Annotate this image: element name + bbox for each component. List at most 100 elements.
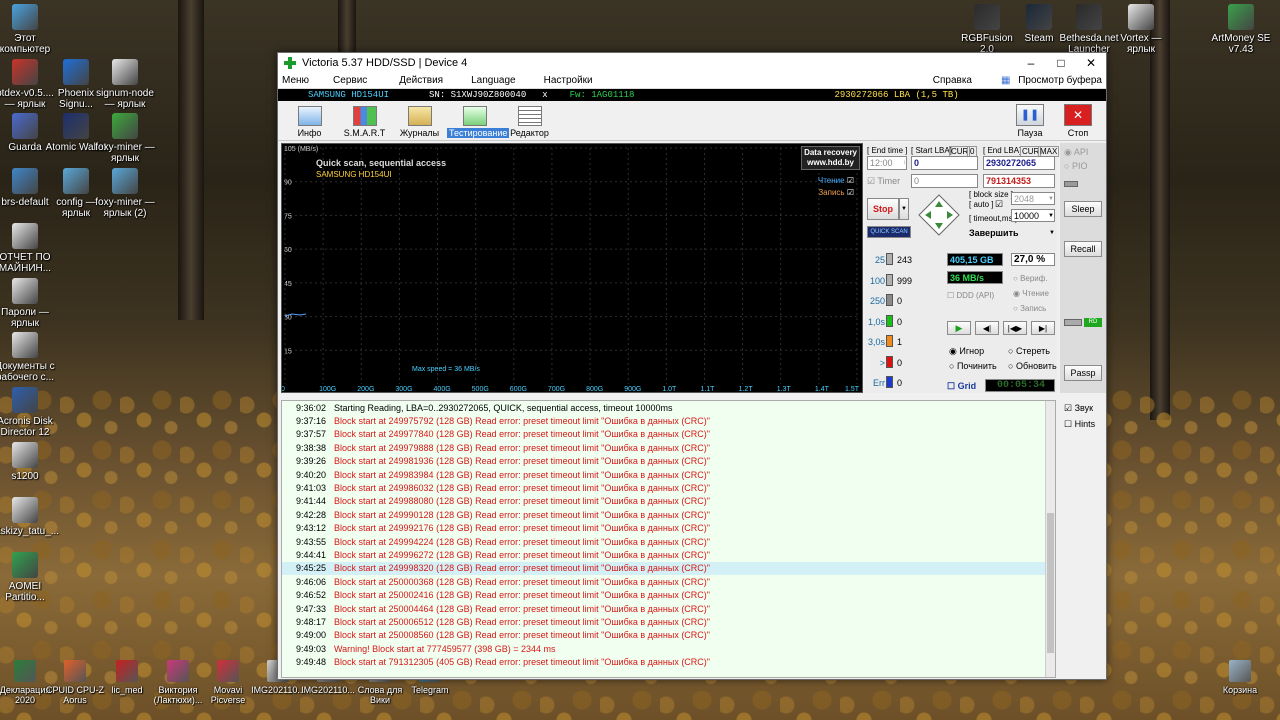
legend-read[interactable]: Чтение ☑ bbox=[818, 176, 854, 185]
maximize-button[interactable]: □ bbox=[1046, 56, 1076, 70]
erase-radio[interactable]: ○ Стереть bbox=[1008, 346, 1050, 356]
recall-button[interactable]: Recall bbox=[1064, 241, 1102, 257]
finish-select[interactable]: Завершить ▼ bbox=[967, 226, 1055, 240]
desktop-shortcut[interactable]: Vortex — ярлык bbox=[1110, 4, 1172, 55]
grid-checkbox[interactable]: ☐ Grid bbox=[947, 381, 976, 392]
log-row[interactable]: 9:41:44 Block start at 249988080 (128 GB)… bbox=[282, 495, 1055, 508]
desktop-shortcut[interactable]: foxy-miner — ярлык (2) bbox=[94, 168, 156, 219]
log-row[interactable]: 9:37:16 Block start at 249975792 (128 GB)… bbox=[282, 414, 1055, 427]
sound-checkbox[interactable]: ☑ Звук bbox=[1064, 403, 1093, 414]
log-row[interactable]: 9:49:00 Block start at 250008560 (128 GB)… bbox=[282, 629, 1055, 642]
pause-button[interactable]: ❚❚ Пауза bbox=[1006, 104, 1054, 138]
log-scrollbar[interactable] bbox=[1045, 401, 1055, 677]
spinner-icon[interactable]: ↕ bbox=[903, 160, 906, 166]
stop-dropdown[interactable]: ▼ bbox=[899, 198, 909, 220]
desktop-shortcut[interactable]: Документы с рабочего с... bbox=[0, 332, 56, 383]
refresh-radio[interactable]: ○ Обновить bbox=[1008, 361, 1057, 371]
title-bar[interactable]: Victoria 5.37 HDD/SSD | Device 4 – □ ✕ bbox=[278, 53, 1106, 73]
desktop-shortcut[interactable]: ArtMoney SE v7.43 bbox=[1210, 4, 1272, 55]
block-size-select[interactable]: 2048 ▼ bbox=[1011, 192, 1055, 205]
log-row[interactable]: 9:40:20 Block start at 249983984 (128 GB)… bbox=[282, 468, 1055, 481]
desktop-shortcut[interactable]: ОТЧЕТ ПО МАЙНИН... bbox=[0, 223, 56, 274]
desktop-shortcut[interactable]: AOMEI Partitio... bbox=[0, 552, 56, 603]
legend-write-checkbox[interactable]: ☑ bbox=[847, 188, 854, 197]
timer-checkbox[interactable]: ☑ Timer bbox=[867, 176, 900, 187]
pio-radio[interactable]: ○ PIO bbox=[1064, 161, 1087, 171]
desktop-shortcut[interactable]: CPUID CPU-Z Aorus bbox=[45, 660, 105, 705]
menu-item-actions[interactable]: Действия bbox=[399, 75, 443, 86]
victoria-window[interactable]: Victoria 5.37 HDD/SSD | Device 4 – □ ✕ М… bbox=[277, 52, 1107, 680]
log-time: 9:39:26 bbox=[295, 456, 326, 467]
log-row[interactable]: 9:36:02 Starting Reading, LBA=0..29302720… bbox=[282, 401, 1055, 414]
sleep-button[interactable]: Sleep bbox=[1064, 201, 1102, 217]
timer-input[interactable]: 0 bbox=[911, 174, 978, 188]
minimize-button[interactable]: – bbox=[1016, 56, 1046, 70]
menu-item-buffer[interactable]: ▦ Просмотр буфера bbox=[996, 75, 1102, 86]
log-row[interactable]: 9:42:28 Block start at 249990128 (128 GB)… bbox=[282, 508, 1055, 521]
menu-item-language[interactable]: Language bbox=[471, 75, 516, 86]
stop-scan-button[interactable]: Stop bbox=[867, 198, 899, 220]
repair-radio[interactable]: ○ Починить bbox=[949, 361, 997, 371]
desktop-shortcut[interactable]: foxy-miner — ярлык bbox=[94, 113, 156, 164]
legend-read-checkbox[interactable]: ☑ bbox=[847, 176, 854, 185]
device-bar[interactable]: SAMSUNG HD154UI SN: S1XWJ90Z800040 x Fw:… bbox=[278, 89, 1106, 101]
stop-button[interactable]: ✕ Стоп bbox=[1054, 104, 1102, 138]
tab-info[interactable]: Инфо bbox=[282, 106, 337, 138]
desktop-shortcut[interactable]: Пароли — ярлык bbox=[0, 278, 56, 329]
log-row[interactable]: 9:38:38 Block start at 249979888 (128 GB)… bbox=[282, 441, 1055, 454]
legend-write[interactable]: Запись ☑ bbox=[818, 188, 854, 197]
desktop-shortcut[interactable]: Acronis Disk Director 12 bbox=[0, 387, 56, 438]
scrollbar-thumb[interactable] bbox=[1047, 513, 1054, 653]
file-icon bbox=[64, 660, 86, 682]
log-row[interactable]: 9:47:33 Block start at 250004464 (128 GB)… bbox=[282, 602, 1055, 615]
log-row[interactable]: 9:49:48 Block start at 791312305 (405 GB)… bbox=[282, 655, 1055, 668]
ignore-radio[interactable]: ◉ Игнор bbox=[949, 346, 984, 357]
tab-testing[interactable]: Тестирование bbox=[447, 106, 510, 138]
desktop-shortcut[interactable]: Eskizy_tatu_... bbox=[0, 497, 59, 537]
auto-checkbox[interactable]: ☑ bbox=[995, 199, 1003, 210]
play-button[interactable]: ▶ bbox=[947, 321, 971, 335]
log-row[interactable]: 9:49:03 Warning! Block start at 777459577… bbox=[282, 642, 1055, 655]
log-panel[interactable]: 9:36:02 Starting Reading, LBA=0..29302720… bbox=[281, 400, 1056, 678]
hints-checkbox[interactable]: ☐ Hints bbox=[1064, 419, 1095, 430]
read-radio[interactable]: ◉ Чтение bbox=[1013, 289, 1049, 298]
tab-testing-label: Тестирование bbox=[447, 128, 510, 138]
quick-scan-button[interactable]: QUICK SCAN bbox=[867, 226, 911, 238]
start-lba-input[interactable]: 0 bbox=[911, 156, 978, 170]
log-row[interactable]: 9:43:12 Block start at 249992176 (128 GB)… bbox=[282, 522, 1055, 535]
api-radio[interactable]: ◉ API bbox=[1064, 147, 1088, 158]
log-row[interactable]: 9:45:25 Block start at 249998320 (128 GB)… bbox=[282, 561, 1055, 576]
timeout-select[interactable]: 10000 ▼ bbox=[1011, 209, 1055, 222]
tab-logs[interactable]: Журналы bbox=[392, 106, 447, 138]
log-row[interactable]: 9:48:17 Block start at 250006512 (128 GB)… bbox=[282, 615, 1055, 628]
log-row[interactable]: 9:43:55 Block start at 249994224 (128 GB)… bbox=[282, 535, 1055, 548]
direction-pad-icon[interactable] bbox=[917, 193, 961, 237]
log-row[interactable]: 9:41:03 Block start at 249986032 (128 GB)… bbox=[282, 481, 1055, 494]
end-lba-input[interactable]: 2930272065 bbox=[983, 156, 1055, 170]
desktop-shortcut[interactable]: s1200 bbox=[0, 442, 56, 482]
end-time-input[interactable]: 12:00 ↕ bbox=[867, 156, 907, 170]
tab-smart[interactable]: S.M.A.R.T bbox=[337, 106, 392, 138]
menu-item-menu[interactable]: Меню bbox=[282, 75, 309, 86]
menu-item-help[interactable]: Справка bbox=[933, 75, 972, 86]
menu-item-settings[interactable]: Настройки bbox=[544, 75, 593, 86]
passp-button[interactable]: Passp bbox=[1064, 365, 1102, 381]
log-row[interactable]: 9:46:06 Block start at 250000368 (128 GB)… bbox=[282, 575, 1055, 588]
back-button[interactable]: ◀| bbox=[975, 321, 999, 335]
ddd-checkbox[interactable]: ☐ DDD (API) bbox=[947, 291, 994, 300]
write-radio[interactable]: ○ Запись bbox=[1013, 304, 1046, 313]
skip-button[interactable]: |◀▶ bbox=[1003, 321, 1027, 335]
end-button[interactable]: ▶| bbox=[1031, 321, 1055, 335]
verify-radio[interactable]: ○ Вериф. bbox=[1013, 274, 1048, 283]
log-row[interactable]: 9:46:52 Block start at 250002416 (128 GB)… bbox=[282, 588, 1055, 601]
log-row[interactable]: 9:44:41 Block start at 249996272 (128 GB)… bbox=[282, 548, 1055, 561]
menu-item-service[interactable]: Сервис bbox=[333, 75, 367, 86]
counter-value: 0 bbox=[897, 316, 903, 327]
log-row[interactable]: 9:39:26 Block start at 249981936 (128 GB)… bbox=[282, 455, 1055, 468]
tab-editor[interactable]: Редактор bbox=[502, 106, 557, 138]
desktop-shortcut[interactable]: Корзина bbox=[1210, 660, 1270, 695]
log-row[interactable]: 9:37:57 Block start at 249977840 (128 GB)… bbox=[282, 428, 1055, 441]
close-button[interactable]: ✕ bbox=[1076, 56, 1106, 70]
desktop-shortcut[interactable]: Этот компьютер bbox=[0, 4, 56, 55]
desktop-shortcut[interactable]: signum-node — ярлык bbox=[94, 59, 156, 110]
